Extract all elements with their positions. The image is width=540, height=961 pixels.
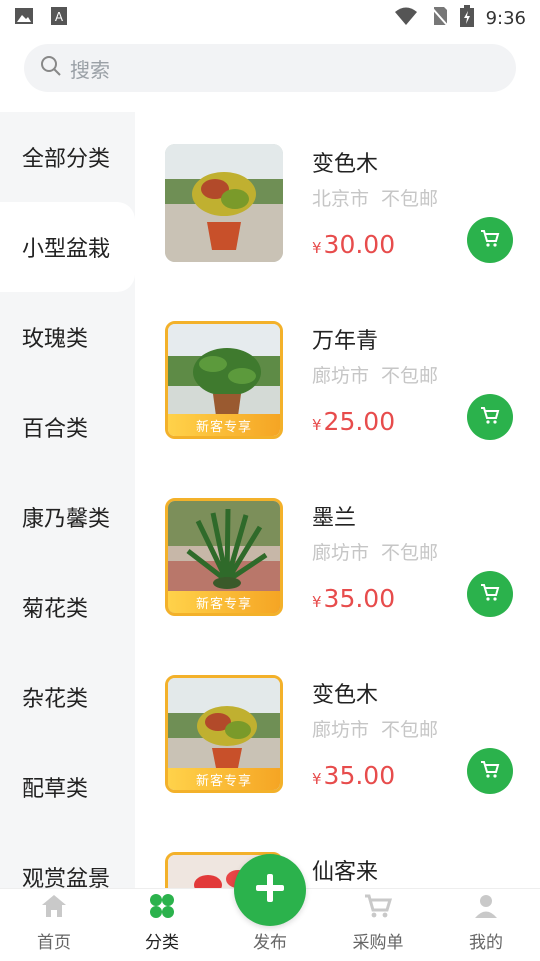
sidebar-item-carnations[interactable]: 康乃馨类 — [0, 472, 135, 562]
home-icon — [40, 893, 68, 924]
product-card[interactable]: 变色木 北京市 不包邮 ¥30.00 — [135, 112, 540, 289]
tab-label: 采购单 — [352, 933, 404, 953]
tab-label: 首页 — [37, 933, 71, 953]
product-price: ¥35.00 — [312, 584, 395, 613]
battery-charging-icon — [459, 4, 474, 32]
sidebar-item-label: 配草类 — [22, 777, 89, 802]
sidebar-item-all[interactable]: 全部分类 — [0, 112, 135, 202]
currency-symbol: ¥ — [312, 239, 322, 257]
sidebar-item-small-potted[interactable]: 小型盆栽 — [0, 202, 135, 292]
product-name: 仙客来 — [312, 860, 379, 885]
product-name: 万年青 — [312, 329, 379, 354]
status-bar: A 9:36 — [0, 0, 540, 36]
category-icon — [148, 893, 176, 924]
product-card[interactable]: 仙客来 — [135, 820, 540, 888]
tab-category[interactable]: 分类 — [108, 889, 216, 961]
search-placeholder: 搜索 — [70, 57, 110, 82]
product-card[interactable]: 新客专享 变色木 廊坊市 不包邮 ¥35.00 — [135, 643, 540, 820]
sidebar-item-label: 玫瑰类 — [22, 327, 89, 352]
price-value: 35.00 — [323, 761, 396, 790]
product-price: ¥25.00 — [312, 407, 395, 436]
new-customer-badge: 新客专享 — [168, 414, 280, 436]
product-shipping: 不包邮 — [381, 365, 439, 387]
publish-button[interactable] — [234, 854, 306, 926]
gallery-icon — [14, 6, 34, 31]
font-icon: A — [50, 6, 68, 31]
add-to-cart-button[interactable] — [467, 571, 513, 617]
product-shipping: 不包邮 — [381, 719, 439, 741]
status-time: 9:36 — [485, 7, 526, 29]
sidebar-item-label: 菊花类 — [22, 597, 89, 622]
product-city: 廊坊市 — [312, 719, 370, 741]
product-name: 变色木 — [312, 683, 379, 708]
cart-icon — [479, 404, 501, 430]
category-sidebar: 全部分类 小型盆栽 玫瑰类 百合类 康乃馨类 菊花类 杂花类 配草类 观赏盆景 — [0, 112, 135, 892]
sidebar-item-mixed-flowers[interactable]: 杂花类 — [0, 652, 135, 742]
product-name: 变色木 — [312, 152, 379, 177]
cart-icon — [479, 581, 501, 607]
product-image: 新客专享 — [165, 321, 283, 439]
svg-text:A: A — [55, 10, 64, 24]
cart-icon — [479, 758, 501, 784]
status-right: 9:36 — [394, 4, 526, 32]
cart-icon — [479, 227, 501, 253]
tab-label: 我的 — [469, 933, 503, 953]
cart-icon — [363, 893, 393, 924]
product-meta: 北京市 不包邮 — [312, 184, 450, 211]
tab-label: 发布 — [253, 933, 287, 953]
product-price: ¥35.00 — [312, 761, 395, 790]
product-card[interactable]: 新客专享 万年青 廊坊市 不包邮 ¥25.00 — [135, 289, 540, 466]
product-city: 廊坊市 — [312, 365, 370, 387]
product-name: 墨兰 — [312, 506, 357, 531]
user-icon — [473, 893, 499, 924]
wifi-icon — [394, 6, 418, 31]
price-value: 25.00 — [323, 407, 396, 436]
no-sim-icon — [430, 6, 448, 31]
sidebar-item-chrysanthemums[interactable]: 菊花类 — [0, 562, 135, 652]
product-meta: 廊坊市 不包邮 — [312, 361, 450, 388]
sidebar-item-lilies[interactable]: 百合类 — [0, 382, 135, 472]
tab-home[interactable]: 首页 — [0, 889, 108, 961]
tab-mine[interactable]: 我的 — [432, 889, 540, 961]
product-image: 新客专享 — [165, 675, 283, 793]
product-image: 新客专享 — [165, 498, 283, 616]
tab-purchase-list[interactable]: 采购单 — [324, 889, 432, 961]
currency-symbol: ¥ — [312, 416, 322, 434]
sidebar-item-grass[interactable]: 配草类 — [0, 742, 135, 832]
sidebar-item-label: 康乃馨类 — [22, 507, 111, 532]
tab-label: 分类 — [145, 933, 179, 953]
new-customer-badge: 新客专享 — [168, 768, 280, 790]
sidebar-item-label: 杂花类 — [22, 687, 89, 712]
sidebar-item-label: 全部分类 — [22, 147, 111, 172]
sidebar-item-label: 小型盆栽 — [22, 237, 111, 262]
search-bar[interactable]: 搜索 — [24, 44, 516, 92]
price-value: 30.00 — [323, 230, 396, 259]
price-value: 35.00 — [323, 584, 396, 613]
product-image — [165, 144, 283, 262]
status-left: A — [14, 6, 68, 31]
search-icon — [40, 55, 70, 82]
product-meta: 廊坊市 不包邮 — [312, 715, 450, 742]
product-city: 北京市 — [312, 188, 370, 210]
currency-symbol: ¥ — [312, 770, 322, 788]
currency-symbol: ¥ — [312, 593, 322, 611]
product-shipping: 不包邮 — [381, 542, 439, 564]
product-meta: 廊坊市 不包邮 — [312, 538, 450, 565]
new-customer-badge: 新客专享 — [168, 591, 280, 613]
add-to-cart-button[interactable] — [467, 394, 513, 440]
sidebar-item-roses[interactable]: 玫瑰类 — [0, 292, 135, 382]
plus-icon — [252, 870, 288, 910]
sidebar-item-label: 百合类 — [22, 417, 89, 442]
product-list: 变色木 北京市 不包邮 ¥30.00 新客专享 万年青 廊坊市 不包邮 ¥25.00 — [135, 112, 540, 888]
add-to-cart-button[interactable] — [467, 217, 513, 263]
product-city: 廊坊市 — [312, 542, 370, 564]
product-card[interactable]: 新客专享 墨兰 廊坊市 不包邮 ¥35.00 — [135, 466, 540, 643]
add-to-cart-button[interactable] — [467, 748, 513, 794]
product-price: ¥30.00 — [312, 230, 395, 259]
product-shipping: 不包邮 — [381, 188, 439, 210]
